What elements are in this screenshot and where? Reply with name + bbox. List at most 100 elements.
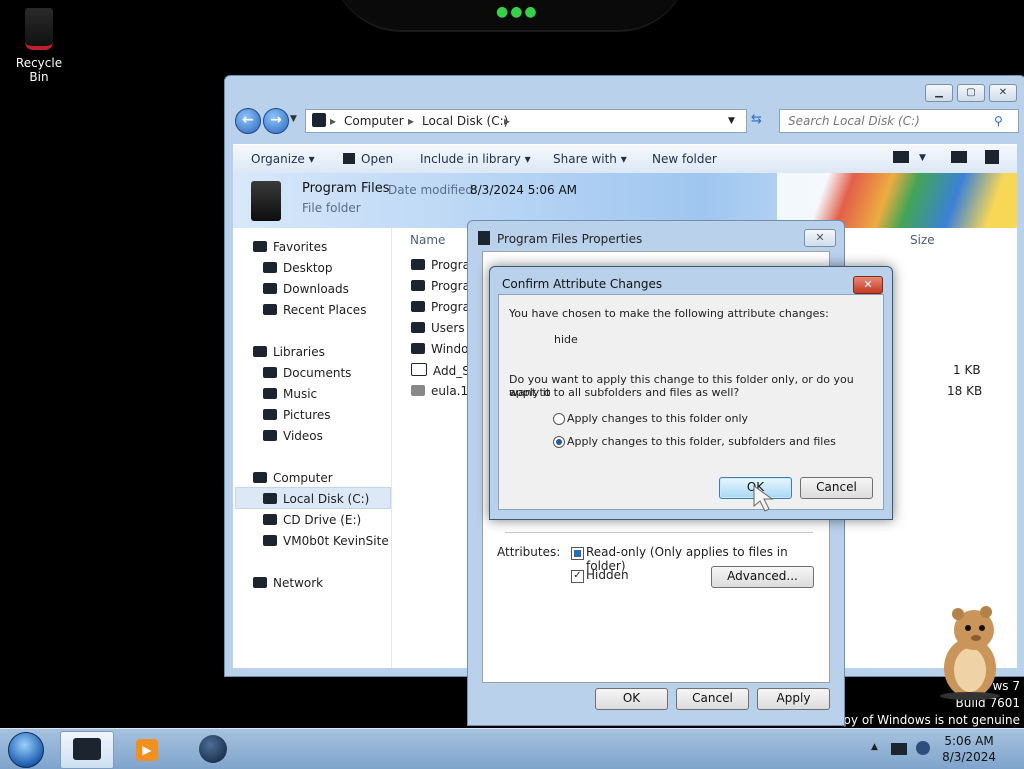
- column-header-name[interactable]: Name: [410, 233, 445, 247]
- search-input[interactable]: Search Local Disk (C:) ⚲: [779, 109, 1019, 133]
- nav-documents[interactable]: Documents: [263, 366, 351, 380]
- folder-icon: [411, 322, 425, 333]
- indeterminate-mark-icon: [574, 550, 581, 557]
- recycle-bin[interactable]: Recycle Bin: [6, 6, 72, 84]
- properties-cancel-button[interactable]: Cancel: [676, 688, 749, 710]
- search-icon[interactable]: ⚲: [994, 114, 1003, 128]
- back-arrow-icon[interactable]: ←: [235, 108, 261, 134]
- folder-only-radio[interactable]: [553, 413, 565, 425]
- nav-network-share[interactable]: VM0b0t KevinSite: [263, 534, 389, 548]
- share-with-button[interactable]: Share with ▾: [553, 152, 627, 166]
- desktop-gadget: ●●●: [330, 0, 690, 32]
- nav-network[interactable]: Network: [253, 576, 323, 590]
- volume-tray-icon[interactable]: [916, 741, 930, 755]
- mouse-cursor-icon: [753, 485, 774, 512]
- properties-ok-button[interactable]: OK: [595, 688, 668, 710]
- history-dropdown-icon[interactable]: ▼: [290, 114, 297, 124]
- star-icon: [253, 241, 267, 252]
- watermark-line: s copy of Windows is not genuine: [819, 713, 1020, 727]
- nav-cd-drive[interactable]: CD Drive (E:): [263, 513, 361, 527]
- confirm-cancel-button[interactable]: Cancel: [800, 477, 873, 499]
- hidden-checkbox[interactable]: ✓: [571, 570, 584, 583]
- folder-icon: [411, 301, 425, 312]
- file-row[interactable]: Users: [411, 321, 465, 335]
- open-icon: [343, 153, 355, 164]
- recycle-bin-label: Recycle Bin: [15, 56, 63, 84]
- divider: [505, 532, 813, 533]
- taskbar-media-player[interactable]: ▶: [122, 731, 174, 767]
- nav-music[interactable]: Music: [263, 387, 317, 401]
- document-icon: [411, 363, 427, 376]
- view-dropdown-icon[interactable]: ▼: [919, 153, 926, 163]
- all-subfolders-label[interactable]: Apply changes to this folder, subfolders…: [567, 435, 836, 448]
- confirm-title: Confirm Attribute Changes: [502, 277, 663, 291]
- tray-expand-icon[interactable]: ▲: [871, 742, 878, 752]
- refresh-icon[interactable]: ⇆: [751, 112, 762, 127]
- navigation-pane: Favorites Desktop Downloads Recent Place…: [233, 228, 392, 668]
- nav-recent-places[interactable]: Recent Places: [263, 303, 366, 317]
- folder-only-label[interactable]: Apply changes to this folder only: [567, 412, 748, 425]
- details-modified-label: Date modified:: [388, 183, 478, 197]
- new-folder-button[interactable]: New folder: [652, 152, 717, 166]
- breadcrumb-separator-icon: ▸: [504, 114, 511, 128]
- hard-disk-icon: [263, 493, 277, 504]
- gadget-lights-icon: ●●●: [496, 4, 539, 20]
- breadcrumb-separator-icon: ▸: [408, 114, 415, 128]
- preview-pane-icon[interactable]: [951, 151, 967, 163]
- recent-places-icon: [263, 304, 277, 315]
- folder-icon: [411, 280, 425, 291]
- confirm-attribute-dialog: Confirm Attribute Changes ✕ You have cho…: [489, 266, 893, 520]
- pictures-icon: [263, 409, 277, 420]
- hidden-label: Hidden: [586, 568, 629, 582]
- taskbar-clock[interactable]: 5:06 AM 8/3/2024: [942, 733, 996, 765]
- all-subfolders-radio[interactable]: [553, 436, 565, 448]
- taskbar-explorer[interactable]: [60, 731, 114, 769]
- confirm-body: You have chosen to make the following at…: [498, 294, 884, 510]
- minimize-button[interactable]: ▁: [925, 84, 953, 102]
- nav-computer[interactable]: Computer: [253, 471, 333, 485]
- nav-libraries[interactable]: Libraries: [253, 345, 325, 359]
- taskbar-browser[interactable]: [188, 731, 240, 767]
- start-orb-icon[interactable]: [8, 732, 44, 768]
- hamster-mascot: [934, 604, 1008, 700]
- properties-title: Program Files Properties: [497, 232, 643, 246]
- properties-close-icon[interactable]: ✕: [804, 229, 836, 247]
- address-bar[interactable]: ▸ Computer ▸ Local Disk (C:) ▸ ▼: [305, 109, 747, 133]
- nav-videos[interactable]: Videos: [263, 429, 323, 443]
- readonly-checkbox[interactable]: [571, 547, 584, 560]
- nav-downloads[interactable]: Downloads: [263, 282, 349, 296]
- attributes-label: Attributes:: [497, 545, 561, 559]
- nav-local-disk[interactable]: Local Disk (C:): [263, 492, 369, 506]
- open-button[interactable]: Open: [343, 152, 393, 166]
- column-header-size[interactable]: Size: [910, 233, 935, 247]
- address-dropdown-icon[interactable]: ▼: [728, 116, 735, 126]
- file-row[interactable]: Windo: [411, 342, 469, 356]
- clock-date: 8/3/2024: [942, 750, 996, 764]
- taskbar: ▶ ▲ 5:06 AM 8/3/2024: [0, 728, 1024, 769]
- advanced-button[interactable]: Advanced...: [711, 566, 814, 588]
- properties-apply-button[interactable]: Apply: [757, 688, 830, 710]
- nav-pictures[interactable]: Pictures: [263, 408, 331, 422]
- maximize-button[interactable]: ▢: [957, 84, 985, 102]
- breadcrumb-local-disk[interactable]: Local Disk (C:): [422, 114, 508, 128]
- network-tray-icon[interactable]: [891, 743, 907, 755]
- computer-icon: [253, 472, 267, 483]
- confirm-change: hide: [554, 333, 578, 346]
- include-in-library-button[interactable]: Include in library ▾: [420, 152, 531, 166]
- network-drive-icon: [263, 535, 277, 546]
- close-button[interactable]: ✕: [989, 84, 1017, 102]
- nav-desktop[interactable]: Desktop: [263, 261, 333, 275]
- videos-icon: [263, 430, 277, 441]
- organize-button[interactable]: Organize ▾: [251, 152, 315, 166]
- computer-icon: [312, 113, 326, 127]
- window-controls: ▁ ▢ ✕: [925, 84, 1017, 102]
- forward-arrow-icon[interactable]: →: [263, 108, 289, 134]
- help-icon[interactable]: [985, 150, 999, 164]
- confirm-close-icon[interactable]: ✕: [853, 276, 883, 294]
- folder-icon: [478, 231, 490, 245]
- folder-icon: [411, 259, 425, 270]
- view-icon[interactable]: [893, 151, 909, 163]
- nav-favorites[interactable]: Favorites: [253, 240, 327, 254]
- breadcrumb-computer[interactable]: Computer: [344, 114, 404, 128]
- libraries-icon: [253, 346, 267, 357]
